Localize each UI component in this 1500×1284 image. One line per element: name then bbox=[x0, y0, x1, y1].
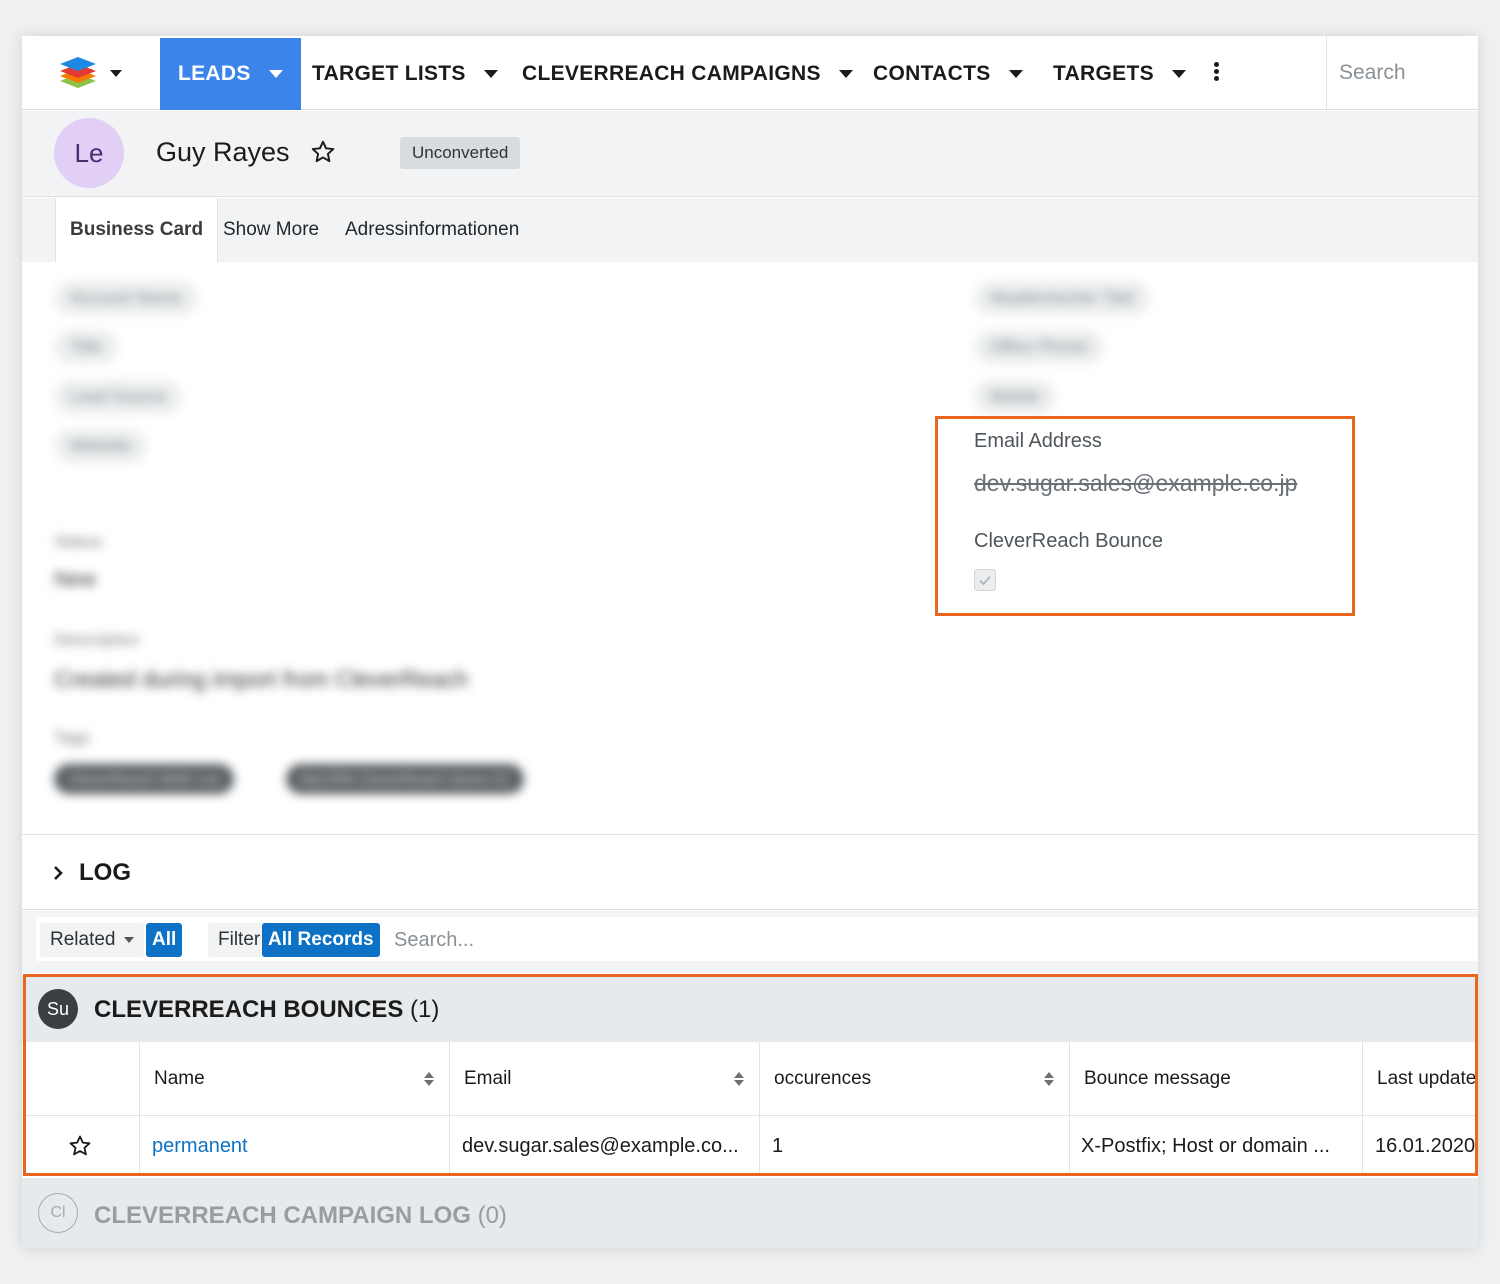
record-tabs: Business Card Show More Adressinformatio… bbox=[22, 198, 1478, 262]
nav-contacts-label: CONTACTS bbox=[873, 62, 991, 85]
app-logo-icon[interactable] bbox=[58, 54, 98, 92]
status-label: Status bbox=[54, 532, 103, 551]
bounces-highlight-frame bbox=[23, 974, 1478, 1176]
email-highlight-frame bbox=[935, 416, 1355, 616]
field-akademischer-titel[interactable]: Akademischer Titel bbox=[974, 281, 1150, 315]
app-window: LEADS TARGET LISTS CLEVERREACH CAMPAIGNS… bbox=[22, 36, 1478, 1248]
chevron-down-icon[interactable] bbox=[268, 70, 283, 78]
status-value: New bbox=[54, 568, 97, 591]
field-website[interactable]: Website bbox=[54, 429, 148, 463]
chevron-down-icon[interactable] bbox=[483, 70, 498, 78]
field-label: Mobile bbox=[990, 387, 1041, 406]
nav-cleverreach-campaigns-label: CLEVERREACH CAMPAIGNS bbox=[522, 62, 821, 85]
tab-business-card[interactable]: Business Card bbox=[55, 198, 219, 262]
avatar: Le bbox=[54, 118, 124, 188]
campaign-log-count: (0) bbox=[477, 1202, 507, 1229]
top-nav: LEADS TARGET LISTS CLEVERREACH CAMPAIGNS… bbox=[22, 36, 1478, 110]
nav-leads-label: LEADS bbox=[178, 62, 251, 85]
tag-pill[interactable]: MyCRM CleverReach Demo 01 bbox=[286, 764, 525, 794]
chevron-down-icon[interactable] bbox=[1008, 70, 1023, 78]
avatar-initials: Le bbox=[74, 137, 104, 168]
related-search-input[interactable]: Search... bbox=[394, 923, 474, 957]
more-menu-icon[interactable] bbox=[1214, 62, 1220, 82]
field-account-name[interactable]: Account Name bbox=[54, 281, 198, 315]
field-title[interactable]: Title bbox=[54, 330, 118, 364]
nav-contacts[interactable]: CONTACTS bbox=[873, 38, 1023, 110]
related-dropdown[interactable]: Related bbox=[40, 923, 144, 957]
related-toolbar: Related All Filter All Records Search... bbox=[22, 911, 1478, 973]
favorite-star-icon[interactable] bbox=[310, 139, 336, 165]
field-label: Title bbox=[70, 337, 102, 356]
field-office-phone[interactable]: Office Phone bbox=[974, 330, 1104, 364]
global-search-input[interactable]: Search bbox=[1326, 36, 1478, 110]
filter-button[interactable]: Filter bbox=[208, 923, 271, 957]
nav-leads[interactable]: LEADS bbox=[160, 38, 301, 110]
tags-label: Tags bbox=[54, 728, 90, 747]
record-name: Guy Rayes bbox=[156, 137, 290, 167]
related-dropdown-label: Related bbox=[50, 929, 116, 950]
module-icon-text: Cl bbox=[50, 1204, 66, 1221]
chevron-down-icon bbox=[123, 937, 134, 943]
field-label: Website bbox=[70, 436, 132, 455]
all-records-button[interactable]: All Records bbox=[262, 923, 380, 957]
tag-pill[interactable]: CleverReach 0000 List bbox=[54, 764, 234, 794]
module-icon: Cl bbox=[38, 1193, 78, 1233]
record-header: Le Guy Rayes Unconverted bbox=[22, 111, 1478, 197]
global-search-placeholder: Search bbox=[1339, 61, 1406, 84]
chevron-right-icon[interactable] bbox=[52, 865, 64, 881]
status-badge: Unconverted bbox=[400, 137, 521, 169]
chevron-down-icon[interactable] bbox=[1171, 70, 1186, 78]
chevron-down-icon[interactable] bbox=[838, 70, 853, 78]
campaign-log-subpanel-title: CLEVERREACH CAMPAIGN LOG (0) bbox=[94, 1202, 507, 1230]
field-mobile[interactable]: Mobile bbox=[974, 380, 1057, 414]
nav-targets-label: TARGETS bbox=[1053, 62, 1154, 85]
campaign-log-title-text: CLEVERREACH CAMPAIGN LOG bbox=[94, 1202, 471, 1229]
field-label: Akademischer Titel bbox=[990, 288, 1134, 307]
logo-menu-caret-icon[interactable] bbox=[110, 70, 122, 77]
nav-targets[interactable]: TARGETS bbox=[1053, 38, 1186, 110]
log-section[interactable]: LOG bbox=[22, 834, 1478, 910]
field-label: Office Phone bbox=[990, 337, 1088, 356]
log-title: LOG bbox=[79, 859, 131, 886]
nav-target-lists-label: TARGET LISTS bbox=[312, 62, 466, 85]
campaign-log-subpanel-header[interactable]: Cl CLEVERREACH CAMPAIGN LOG (0) bbox=[22, 1178, 1478, 1248]
description-value: Created during import from CleverReach bbox=[54, 666, 469, 692]
description-label: Description bbox=[54, 630, 140, 649]
field-lead-source[interactable]: Lead Source bbox=[54, 380, 183, 414]
nav-cleverreach-campaigns[interactable]: CLEVERREACH CAMPAIGNS bbox=[522, 38, 853, 110]
related-all-button[interactable]: All bbox=[146, 923, 183, 957]
nav-target-lists[interactable]: TARGET LISTS bbox=[312, 38, 498, 110]
field-label: Lead Source bbox=[70, 387, 167, 406]
field-label: Account Name bbox=[70, 288, 182, 307]
related-toolbar-inner: Related All Filter All Records Search... bbox=[36, 917, 1478, 961]
tab-show-more[interactable]: Show More bbox=[223, 198, 319, 262]
tab-adressinformationen[interactable]: Adressinformationen bbox=[345, 198, 519, 262]
